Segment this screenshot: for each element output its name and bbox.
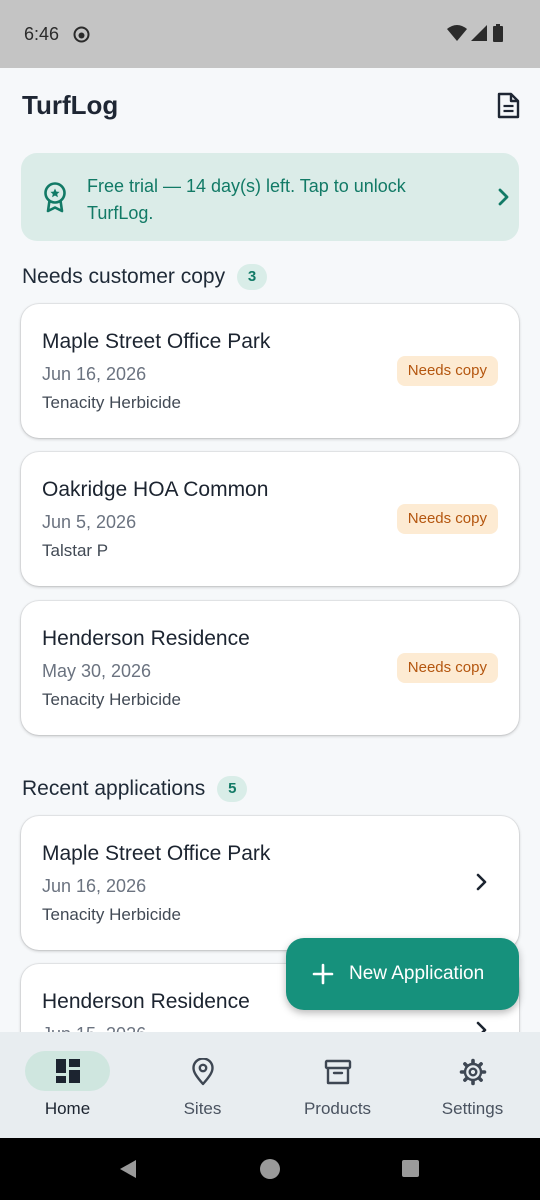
recent-card[interactable]: Maple Street Office Park Jun 16, 2026 Te… <box>21 816 519 950</box>
back-icon[interactable] <box>118 1159 138 1179</box>
chevron-right-icon <box>498 188 509 206</box>
fab-label: New Application <box>349 963 485 984</box>
site-name: Maple Street Office Park <box>42 330 271 353</box>
needs-copy-card[interactable]: Henderson Residence May 30, 2026 Tenacit… <box>21 601 519 735</box>
battery-icon <box>493 24 503 42</box>
nav-home[interactable]: Home <box>0 1032 135 1138</box>
status-badge: Needs copy <box>396 356 498 386</box>
archive-box-icon <box>324 1059 351 1085</box>
dashboard-icon <box>55 1059 80 1083</box>
site-name: Oakridge HOA Common <box>42 478 269 501</box>
document-icon[interactable] <box>496 92 521 119</box>
trial-banner-text: Free trial — 14 day(s) left. Tap to unlo… <box>87 176 406 223</box>
application-date: Jun 16, 2026 <box>42 364 147 384</box>
site-name: Henderson Residence <box>42 627 250 650</box>
application-date: Jun 16, 2026 <box>42 876 147 896</box>
chevron-right-icon <box>476 873 487 891</box>
system-icons <box>447 24 504 42</box>
nav-label: Home <box>44 1099 91 1118</box>
status-badge: Needs copy <box>396 504 498 534</box>
status-badge: Needs copy <box>396 653 498 683</box>
site-name: Henderson Residence <box>42 990 250 1013</box>
application-date: Jun 5, 2026 <box>42 512 137 532</box>
nav-sites[interactable]: Sites <box>135 1032 270 1138</box>
app-bar: TurfLog <box>0 68 540 144</box>
nav-settings[interactable]: Settings <box>405 1032 540 1138</box>
wifi-icon <box>447 25 467 41</box>
product-name: Tenacity Herbicide <box>42 690 181 709</box>
needs-copy-card[interactable]: Maple Street Office Park Jun 16, 2026 Te… <box>21 304 519 438</box>
nav-products[interactable]: Products <box>270 1032 405 1138</box>
needs-copy-card[interactable]: Oakridge HOA Common Jun 5, 2026 Talstar … <box>21 452 519 586</box>
chevron-right-icon <box>476 1021 487 1032</box>
award-icon <box>44 182 66 213</box>
signal-icon <box>471 25 487 41</box>
nav-label: Products <box>303 1099 372 1118</box>
recents-icon[interactable] <box>401 1159 420 1178</box>
plus-icon <box>312 963 334 985</box>
system-nav-bar <box>0 1138 540 1200</box>
application-date: May 30, 2026 <box>42 661 152 681</box>
status-time: 6:46 <box>24 24 60 44</box>
nav-label: Sites <box>183 1099 222 1118</box>
product-name: Tenacity Herbicide <box>42 905 181 924</box>
needs-copy-header: Needs customer copy 3 <box>22 264 268 290</box>
section-title: Recent applications <box>22 777 206 800</box>
gear-icon <box>459 1058 486 1086</box>
product-name: Talstar P <box>42 541 109 560</box>
count-badge: 5 <box>217 776 248 802</box>
page-title: TurfLog <box>22 90 119 120</box>
map-pin-icon <box>191 1058 214 1086</box>
site-name: Maple Street Office Park <box>42 842 271 865</box>
bottom-nav: Home Sites Products Settings <box>0 1032 540 1138</box>
trial-banner[interactable]: Free trial — 14 day(s) left. Tap to unlo… <box>21 153 519 241</box>
nav-label: Settings <box>441 1099 504 1118</box>
count-badge: 3 <box>237 264 268 290</box>
notification-icon <box>73 26 90 43</box>
section-title: Needs customer copy <box>22 265 226 288</box>
recent-header: Recent applications 5 <box>22 776 248 802</box>
product-name: Tenacity Herbicide <box>42 393 181 412</box>
new-application-button[interactable]: New Application <box>286 938 519 1010</box>
application-date: Jun 15, 2026 <box>42 1024 146 1032</box>
status-bar: 6:46 <box>0 0 540 68</box>
home-circle-icon[interactable] <box>259 1158 281 1180</box>
